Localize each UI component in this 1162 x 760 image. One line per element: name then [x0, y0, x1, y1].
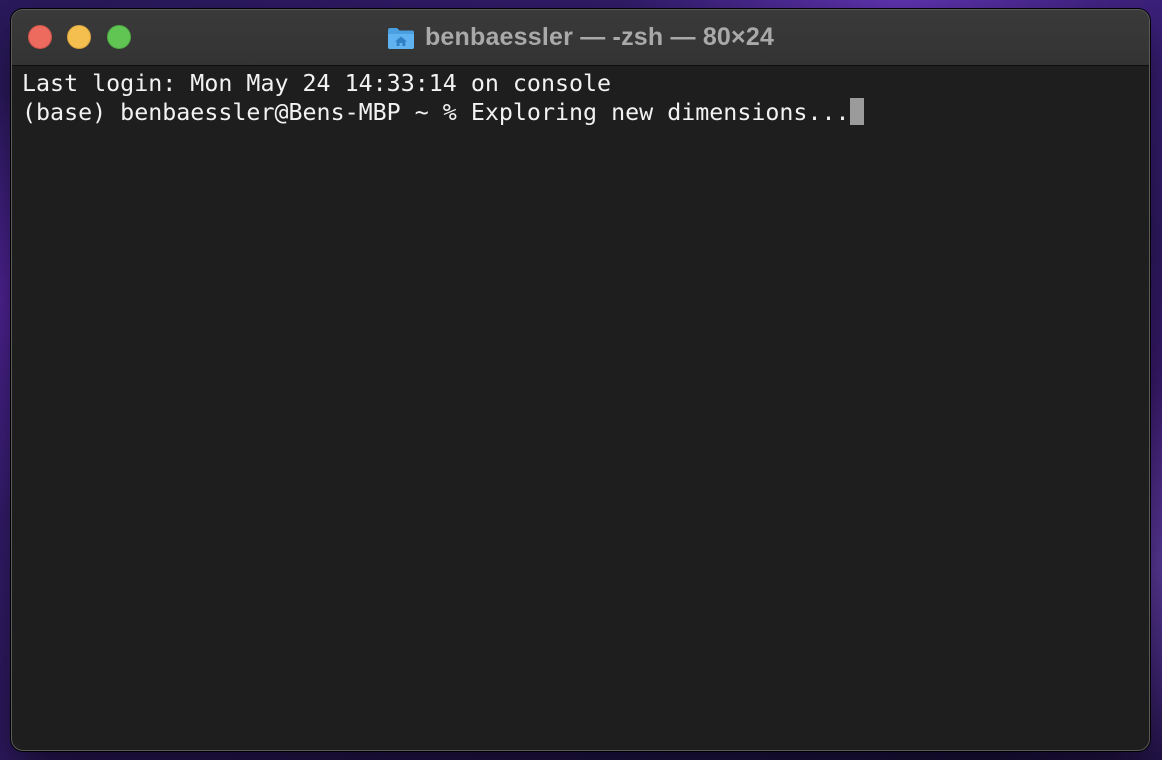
terminal-output[interactable]: Last login: Mon May 24 14:33:14 on conso… — [12, 66, 1149, 750]
home-folder-icon — [387, 27, 414, 49]
title-bar[interactable]: benbaessler — -zsh — 80×24 — [12, 10, 1149, 66]
prompt-text: (base) benbaessler@Bens-MBP ~ % Explorin… — [22, 99, 850, 126]
terminal-line-prompt: (base) benbaessler@Bens-MBP ~ % Explorin… — [22, 98, 1149, 126]
window-title-group: benbaessler — -zsh — 80×24 — [12, 10, 1149, 65]
window-title: benbaessler — -zsh — 80×24 — [424, 23, 775, 51]
terminal-window: benbaessler — -zsh — 80×24 Last login: M… — [11, 9, 1150, 751]
terminal-line-last-login: Last login: Mon May 24 14:33:14 on conso… — [22, 70, 612, 97]
text-cursor — [849, 98, 864, 125]
